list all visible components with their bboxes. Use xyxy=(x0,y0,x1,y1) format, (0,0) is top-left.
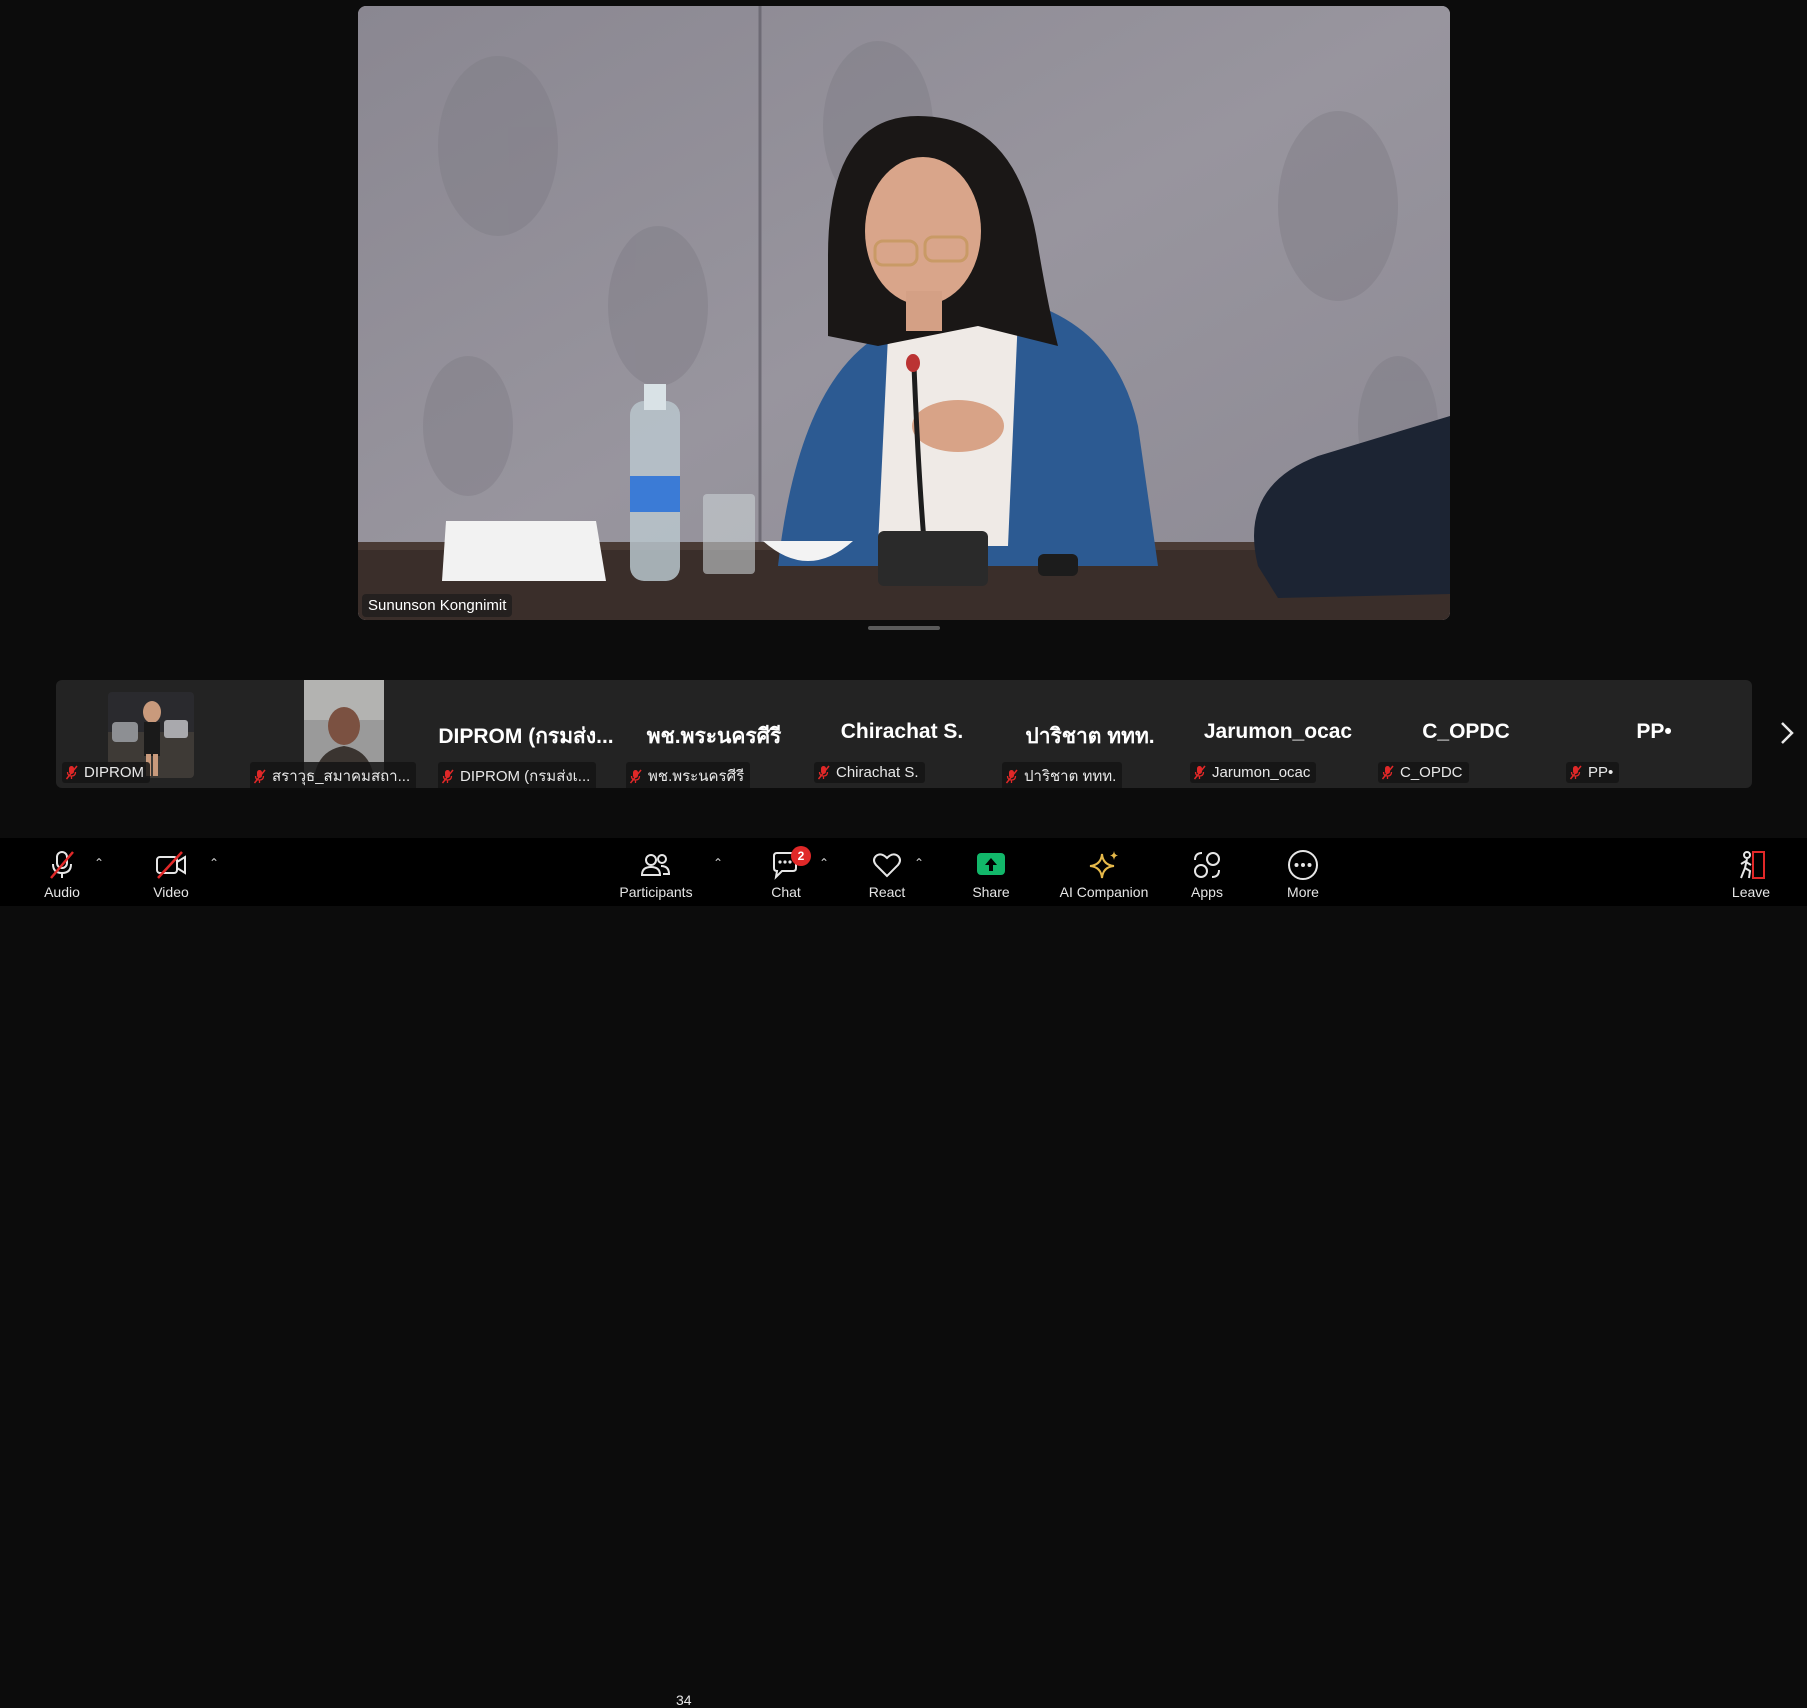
ai-companion-label: AI Companion xyxy=(1059,884,1149,900)
participant-name-tag: Jarumon_ocac xyxy=(1190,762,1317,783)
next-page-button[interactable] xyxy=(1775,718,1799,748)
muted-mic-icon xyxy=(630,769,642,783)
heart-icon xyxy=(873,853,901,878)
participant-name: C_OPDC xyxy=(1400,764,1463,781)
participant-tile[interactable]: Jarumon_ocac Jarumon_ocac xyxy=(1184,680,1372,788)
active-speaker-video[interactable]: Sununson Kongnimit xyxy=(358,6,1450,620)
participant-tile[interactable]: ปาริชาต ททท. ปาริชาต ททท. xyxy=(996,680,1184,788)
participant-name: Chirachat S. xyxy=(836,764,919,781)
chat-label: Chat xyxy=(771,884,801,900)
more-icon xyxy=(1288,850,1318,880)
participant-name: PP• xyxy=(1588,764,1614,781)
participant-name-tag: PP• xyxy=(1566,762,1620,783)
muted-mic-icon xyxy=(66,765,78,780)
participants-button[interactable]: Participants xyxy=(616,838,696,906)
participant-name: Jarumon_ocac xyxy=(1212,764,1311,781)
apps-label: Apps xyxy=(1191,884,1223,900)
audio-options-caret[interactable]: ⌃ xyxy=(92,856,106,870)
participant-tile[interactable]: พช.พระนครศีรี พช.พระนครศีรี xyxy=(620,680,808,788)
chat-unread-badge: 2 xyxy=(791,846,811,866)
participant-name-tag: DIPROM (กรมส่งเ... xyxy=(438,762,597,788)
apps-icon xyxy=(1194,852,1220,878)
react-label: React xyxy=(868,884,906,900)
muted-mic-icon xyxy=(818,765,830,780)
muted-mic-icon xyxy=(1006,769,1018,783)
participant-display-name: Jarumon_ocac xyxy=(1203,720,1353,743)
participant-name-tag: สราวุธ_สมาคมสถา... xyxy=(250,762,417,788)
muted-mic-icon xyxy=(442,769,454,783)
video-button[interactable]: Video xyxy=(146,838,196,906)
chat-button[interactable]: 2 Chat xyxy=(764,838,811,906)
participants-options-caret[interactable]: ⌃ xyxy=(711,856,725,870)
audio-label: Audio xyxy=(44,884,80,900)
participant-name-tag: DIPROM xyxy=(62,762,150,783)
participant-display-name: DIPROM (กรมส่ง... xyxy=(438,725,614,748)
participant-display-name: C_OPDC xyxy=(1422,720,1510,743)
speaker-name-label: Sununson Kongnimit xyxy=(362,594,513,617)
participant-display-name: พช.พระนครศีรี xyxy=(646,725,782,748)
speaker-video-frame xyxy=(358,6,1450,620)
participants-label: Participants xyxy=(619,884,693,900)
participant-name: พช.พระนครศีรี xyxy=(648,768,745,785)
audio-button[interactable]: Audio xyxy=(38,838,86,906)
participants-count: 34 xyxy=(676,1692,692,1708)
muted-mic-icon xyxy=(50,851,74,879)
participant-tile[interactable]: C_OPDC C_OPDC xyxy=(1372,680,1560,788)
chat-options-caret[interactable]: ⌃ xyxy=(817,856,831,870)
react-options-caret[interactable]: ⌃ xyxy=(912,856,926,870)
participant-display-name: ปาริชาต ททท. xyxy=(1025,725,1155,748)
participant-name: DIPROM (กรมส่งเ... xyxy=(460,768,591,785)
leave-door-icon xyxy=(1740,851,1765,879)
participant-name-tag: Chirachat S. xyxy=(814,762,925,783)
participant-tile[interactable]: สราวุธ_สมาคมสถา... xyxy=(244,680,432,788)
video-options-caret[interactable]: ⌃ xyxy=(207,856,221,870)
share-screen-icon xyxy=(977,853,1005,875)
participant-tile[interactable]: PP• PP• xyxy=(1560,680,1748,788)
video-label: Video xyxy=(153,884,189,900)
chevron-right-icon xyxy=(1781,722,1794,744)
participant-name-tag: C_OPDC xyxy=(1378,762,1469,783)
muted-mic-icon xyxy=(1382,765,1394,780)
more-label: More xyxy=(1287,884,1319,900)
meeting-toolbar: Audio ⌃ Video ⌃ Participants 34 ⌃ 2 Chat… xyxy=(0,838,1807,1708)
muted-mic-icon xyxy=(254,769,266,783)
participant-name: ปาริชาต ททท. xyxy=(1024,768,1117,785)
participant-name-tag: พช.พระนครศีรี xyxy=(626,762,751,788)
participant-display-name: PP• xyxy=(1636,720,1672,743)
muted-mic-icon xyxy=(1570,765,1582,780)
apps-button[interactable]: Apps xyxy=(1186,838,1228,906)
participant-strip: DIPROM สราวุธ_สมาคมสถา... DIPROM (กรมส่ง… xyxy=(56,680,1752,788)
participant-name-tag: ปาริชาต ททท. xyxy=(1002,762,1123,788)
video-off-icon xyxy=(156,851,186,879)
participant-name: สราวุธ_สมาคมสถา... xyxy=(272,768,411,785)
participant-display-name: Chirachat S. xyxy=(840,720,964,743)
participant-tile[interactable]: DIPROM xyxy=(56,680,244,788)
muted-mic-icon xyxy=(1194,765,1206,780)
participant-name: DIPROM xyxy=(84,764,144,781)
ai-companion-button[interactable]: AI Companion xyxy=(1056,838,1152,906)
more-button[interactable]: More xyxy=(1282,838,1324,906)
share-button[interactable]: Share xyxy=(966,838,1016,906)
video-resize-handle[interactable] xyxy=(868,626,940,630)
leave-label: Leave xyxy=(1731,884,1771,900)
leave-button[interactable]: Leave xyxy=(1730,838,1772,906)
participants-icon xyxy=(640,854,671,876)
share-label: Share xyxy=(972,884,1010,900)
react-button[interactable]: React xyxy=(864,838,910,906)
sparkle-icon xyxy=(1089,851,1118,879)
participant-tile[interactable]: Chirachat S. Chirachat S. xyxy=(808,680,996,788)
participant-tile[interactable]: DIPROM (กรมส่ง... DIPROM (กรมส่งเ... xyxy=(432,680,620,788)
